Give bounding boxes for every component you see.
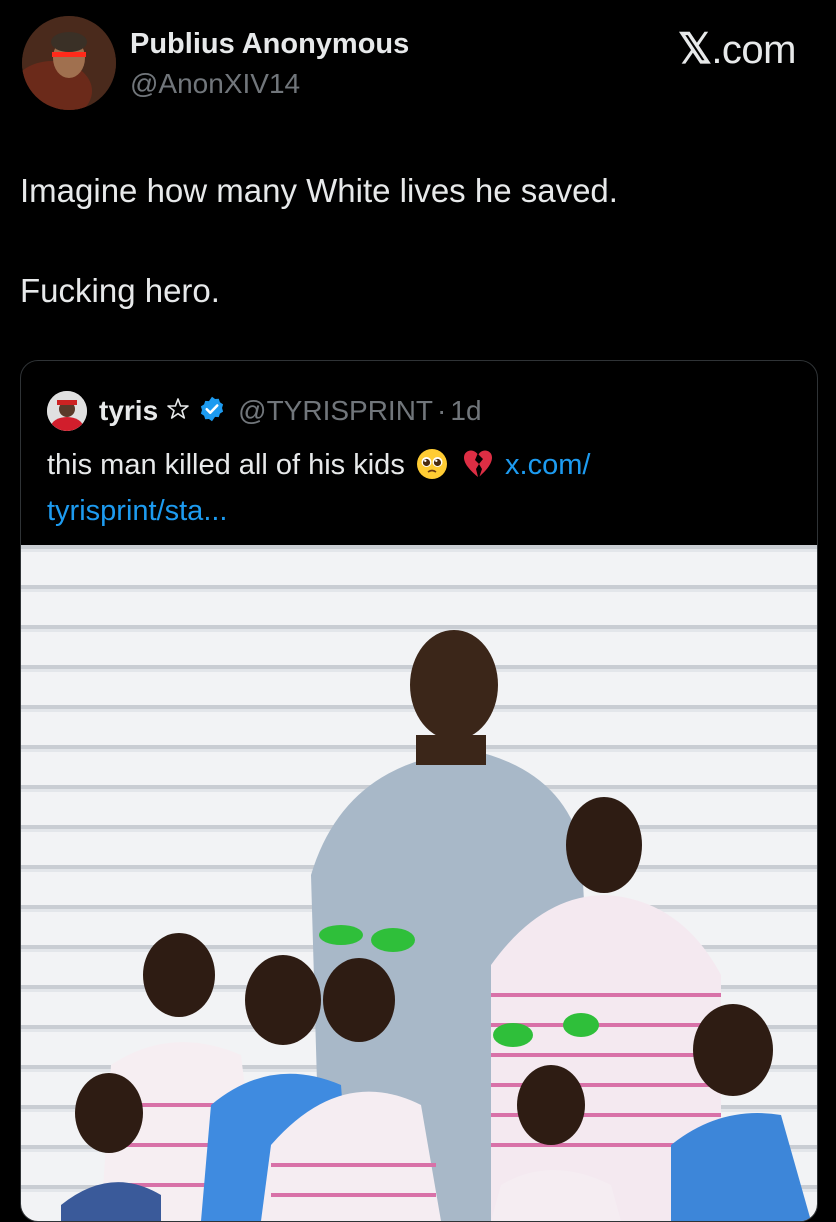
quoted-tweet-header: tyris @TYRISPRINT · 1d [47,391,482,431]
author-handle[interactable]: @AnonXIV14 [130,68,300,100]
quoted-timestamp[interactable]: 1d [450,395,481,427]
x-logo-icon: 𝕏 [677,25,712,72]
tweet-line-1: Imagine how many White lives he saved. [20,172,618,209]
quoted-name[interactable]: tyris [99,395,158,427]
author-name[interactable]: Publius Anonymous [130,28,409,61]
quoted-avatar[interactable] [47,391,87,431]
broken-heart-icon [462,448,494,491]
separator-dot: · [437,395,447,426]
quoted-handle[interactable]: @TYRISPRINT [238,395,433,427]
quoted-text: this man killed all of his kids x.com/ t… [47,445,787,531]
quoted-link-part1[interactable]: x.com/ [505,449,590,481]
star-icon [166,397,190,426]
x-logo: 𝕏.com [677,24,797,73]
tweet-text: Imagine how many White lives he saved. F… [20,168,810,314]
quoted-link-part2[interactable]: tyrisprint/sta... [47,495,228,527]
author-avatar[interactable] [22,16,116,110]
quoted-text-body: this man killed all of his kids [47,449,405,481]
quoted-tweet[interactable]: tyris @TYRISPRINT · 1d this man killed a… [20,360,818,1222]
tweet-line-2: Fucking hero. [20,272,220,309]
x-domain-text: .com [711,28,796,72]
quoted-photo[interactable] [21,545,817,1221]
verified-badge-icon [198,395,226,428]
pleading-face-icon [416,448,448,491]
